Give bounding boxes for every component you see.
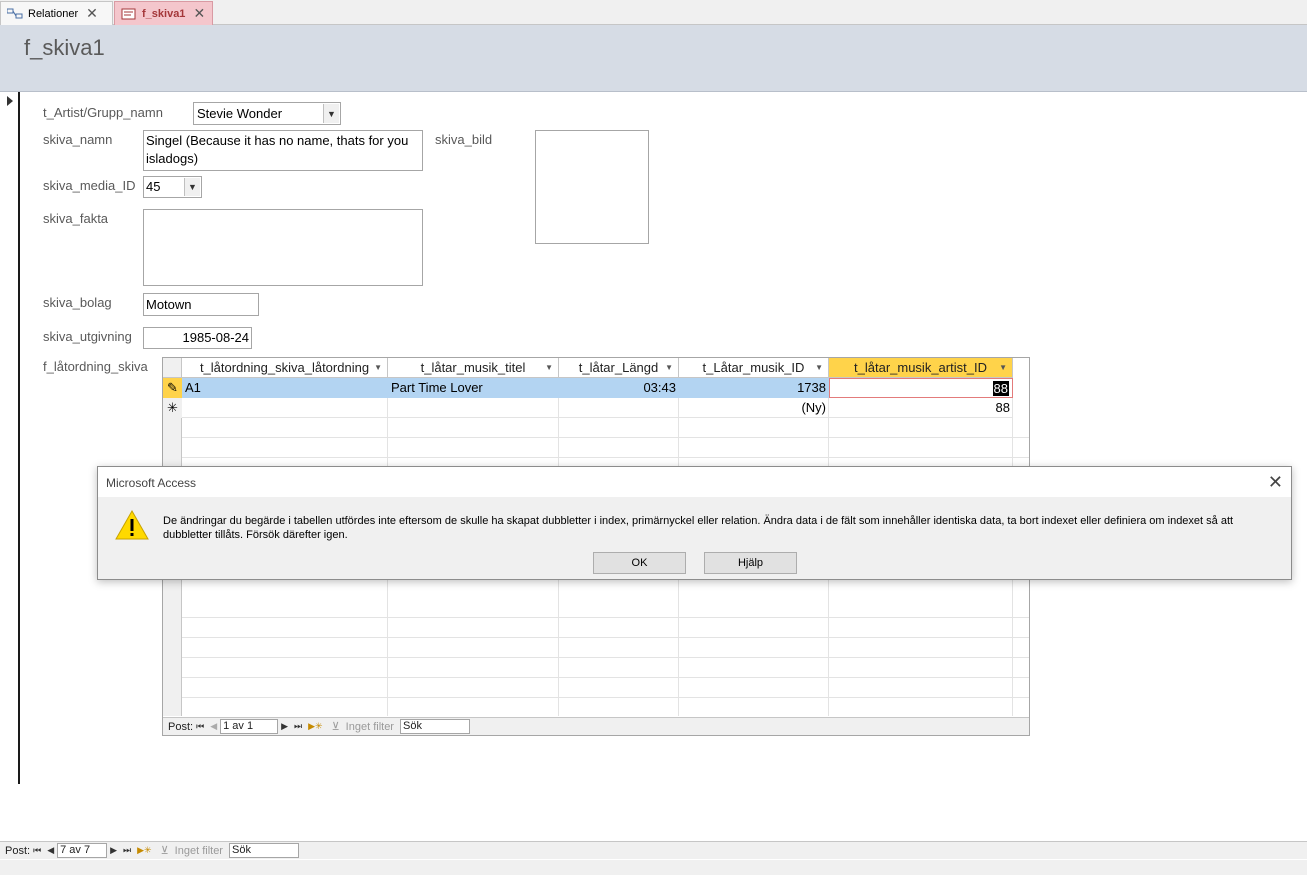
artist-label: t_Artist/Grupp_namn <box>43 105 163 120</box>
document-tab-bar: Relationer ✕ f_skiva1 ✕ <box>0 0 1307 25</box>
artist-value: Stevie Wonder <box>197 106 283 121</box>
bild-label: skiva_bild <box>435 132 493 147</box>
column-header-label: t_låtar_musik_artist_ID <box>854 360 987 375</box>
media-label: skiva_media_ID <box>43 178 136 193</box>
cell-latordning[interactable]: A1 <box>182 378 388 398</box>
record-position-input[interactable]: 1 av 1 <box>220 719 279 734</box>
nav-label: Post: <box>168 720 194 733</box>
empty-row <box>182 658 1029 678</box>
column-header-label: t_låtordning_skiva_låtordning <box>199 360 370 375</box>
record-selector[interactable] <box>0 92 20 784</box>
cell-artist-id[interactable]: 88 <box>829 378 1013 398</box>
record-position-input[interactable]: 7 av 7 <box>57 843 108 858</box>
last-record-icon[interactable]: ⏭ <box>123 845 131 856</box>
close-icon[interactable]: ✕ <box>86 5 98 22</box>
subform-label: f_låtordning_skiva <box>43 359 148 374</box>
artist-combo[interactable]: Stevie Wonder ▼ <box>193 102 341 125</box>
filter-status[interactable]: Inget filter <box>175 845 223 857</box>
dropdown-arrow-icon[interactable]: ▼ <box>374 363 382 372</box>
column-header-label: t_Låtar_musik_ID <box>702 360 805 375</box>
filter-status[interactable]: Inget filter <box>346 721 394 733</box>
cell-musik-id[interactable]: 1738 <box>679 378 829 398</box>
pencil-icon: ✎ <box>163 378 182 398</box>
utgivning-field[interactable]: 1985-08-24 <box>143 327 252 349</box>
bolag-field[interactable]: Motown <box>143 293 259 316</box>
table-row[interactable]: ✎ A1 Part Time Lover 03:43 1738 88 <box>163 378 1013 398</box>
dialog-message: De ändringar du begärde i tabellen utför… <box>163 515 1234 541</box>
filter-icon: ⊻ <box>331 721 340 733</box>
empty-row <box>182 438 1029 458</box>
search-input[interactable]: Sök <box>399 719 470 734</box>
fakta-label: skiva_fakta <box>43 211 109 226</box>
column-header-label: t_låtar_Längd <box>578 360 659 375</box>
empty-row <box>182 638 1029 658</box>
cell-titel[interactable]: Part Time Lover <box>388 378 559 398</box>
first-record-icon[interactable]: ⏮ <box>33 845 41 856</box>
next-record-icon[interactable]: ▶ <box>110 845 117 856</box>
dropdown-arrow-icon[interactable]: ▼ <box>815 363 823 372</box>
ok-button[interactable]: OK <box>593 552 686 574</box>
dialog-titlebar: Microsoft Access ✕ <box>98 467 1291 497</box>
dropdown-arrow-icon[interactable]: ▼ <box>999 363 1007 372</box>
next-record-icon[interactable]: ▶ <box>281 721 288 732</box>
dropdown-arrow-icon[interactable]: ▼ <box>545 363 553 372</box>
tab-relationer[interactable]: Relationer ✕ <box>0 1 113 25</box>
form-header: f_skiva1 <box>0 25 1307 92</box>
empty-row <box>182 598 1029 618</box>
cell-musik-id-new[interactable]: (Ny) <box>679 398 829 418</box>
bild-image-frame[interactable] <box>535 130 649 244</box>
form-navigation-bar: Post: ⏮ ◀ 7 av 7 ▶ ⏭ ▶✳ ⊻ Inget filter S… <box>0 841 1307 859</box>
cell-artist-id-new[interactable]: 88 <box>829 398 1013 418</box>
new-record-row[interactable]: ✳ (Ny) 88 <box>163 398 1013 418</box>
column-header-label: t_låtar_musik_titel <box>420 360 526 375</box>
selected-text: 88 <box>992 381 1009 396</box>
status-bar <box>0 860 1307 875</box>
subform-navigation-bar: Post: ⏮ ◀ 1 av 1 ▶ ⏭ ▶✳ ⊻ Inget filter S… <box>163 717 1029 735</box>
dialog-title: Microsoft Access <box>106 476 197 490</box>
nav-label: Post: <box>5 844 31 857</box>
column-header[interactable]: t_låtar_Längd ▼ <box>559 358 679 378</box>
current-record-arrow-icon <box>7 96 13 106</box>
last-record-icon[interactable]: ⏭ <box>294 721 302 732</box>
column-header[interactable]: t_låtar_musik_titel ▼ <box>388 358 559 378</box>
relationships-icon <box>6 8 23 20</box>
first-record-icon[interactable]: ⏮ <box>196 721 204 732</box>
namn-label: skiva_namn <box>43 132 113 147</box>
column-header[interactable]: t_Låtar_musik_ID ▼ <box>679 358 829 378</box>
error-dialog: Microsoft Access ✕ De ändringar du begär… <box>97 466 1292 580</box>
warning-icon <box>115 509 149 544</box>
column-header-selected[interactable]: t_låtar_musik_artist_ID ▼ <box>829 358 1013 378</box>
previous-record-icon[interactable]: ◀ <box>47 845 54 856</box>
new-record-icon[interactable]: ▶✳ <box>308 721 322 732</box>
cell-langd[interactable]: 03:43 <box>559 378 679 398</box>
empty-row <box>182 618 1029 638</box>
new-record-asterisk-icon: ✳ <box>163 398 182 418</box>
bolag-label: skiva_bolag <box>43 295 112 310</box>
previous-record-icon[interactable]: ◀ <box>210 721 217 732</box>
tab-f-skiva1[interactable]: f_skiva1 ✕ <box>114 1 213 25</box>
empty-row <box>182 418 1029 438</box>
chevron-down-icon[interactable]: ▼ <box>323 104 339 123</box>
media-value: 45 <box>146 179 161 194</box>
utgivning-label: skiva_utgivning <box>43 329 132 344</box>
help-button[interactable]: Hjälp <box>704 552 797 574</box>
close-icon[interactable]: ✕ <box>1268 472 1283 493</box>
media-combo[interactable]: 45 ▼ <box>143 176 202 198</box>
form-title: f_skiva1 <box>24 35 105 60</box>
filter-icon: ⊻ <box>160 845 169 857</box>
close-icon[interactable]: ✕ <box>193 5 205 22</box>
form-icon <box>121 8 137 20</box>
column-header[interactable]: t_låtordning_skiva_låtordning ▼ <box>182 358 388 378</box>
fakta-field[interactable] <box>143 209 423 286</box>
new-record-icon[interactable]: ▶✳ <box>137 845 151 856</box>
tab-label: f_skiva1 <box>142 7 186 20</box>
empty-row <box>182 678 1029 698</box>
chevron-down-icon[interactable]: ▼ <box>184 178 200 196</box>
dropdown-arrow-icon[interactable]: ▼ <box>665 363 673 372</box>
select-all-corner[interactable] <box>163 358 182 378</box>
namn-field[interactable]: Singel (Because it has no name, thats fo… <box>143 130 423 171</box>
tab-label: Relationer <box>28 7 79 20</box>
search-input[interactable]: Sök <box>228 843 299 858</box>
